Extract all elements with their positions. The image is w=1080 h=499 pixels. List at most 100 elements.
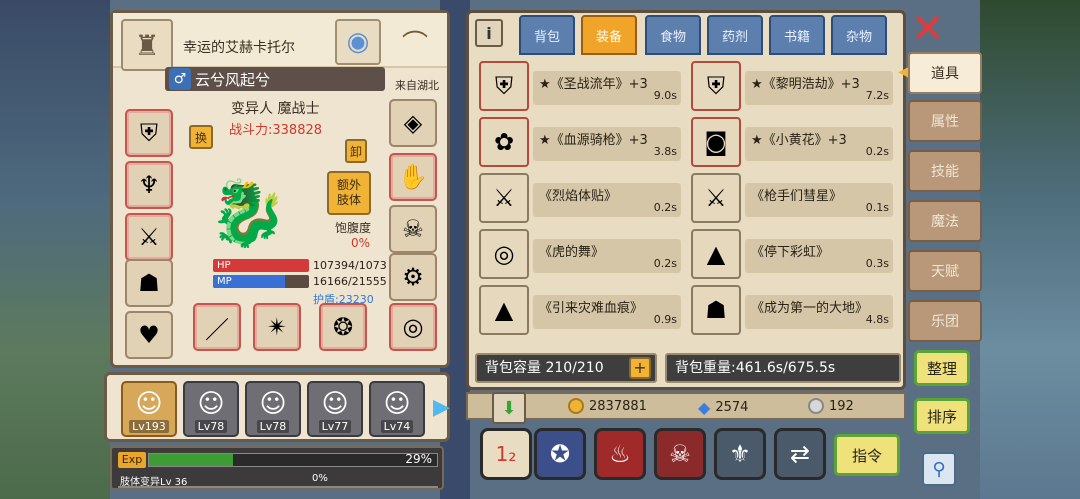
list-item[interactable]: ⚔ 《烈焰体贴》 0.2s bbox=[477, 171, 683, 225]
list-item[interactable]: ⚔ 《枪手们彗星》 0.1s bbox=[689, 171, 895, 225]
equip-slot-gloves-icon[interactable]: ✋ bbox=[389, 153, 437, 201]
item-name: 《引来灾难血痕》 bbox=[539, 301, 644, 316]
swap-button[interactable]: 换 bbox=[189, 125, 213, 149]
hanger-icon[interactable]: ⌒ bbox=[385, 19, 445, 65]
tab-food[interactable]: 食物 bbox=[645, 15, 701, 55]
team-member[interactable]: ☺ Lv78 bbox=[183, 381, 239, 437]
team-level: Lv78 bbox=[194, 420, 228, 433]
limb-mutation-bar bbox=[118, 486, 438, 488]
hp-label: HP bbox=[217, 260, 231, 271]
character-panel: ♜ 幸运的艾赫卡托尔 ◉ ⌒ 云兮风起兮 ♂ 来自湖北 变异人 魔战士 战斗力:… bbox=[110, 10, 450, 368]
item-name: 《枪手们彗星》 bbox=[751, 189, 843, 204]
equip-slot-shoulder-icon[interactable]: ⚙ bbox=[389, 253, 437, 301]
item-list: ⛨ ★《圣战流年》+3 9.0s ⛨ ★《黎明浩劫》+3 7.2s ✿ ★《血源骑枪》+3… bbox=[477, 59, 897, 339]
list-item[interactable]: ✿ ★《血源骑枪》+3 3.8s bbox=[477, 115, 683, 169]
team-level: Lv77 bbox=[318, 420, 352, 433]
team-level: Lv193 bbox=[129, 420, 169, 433]
download-icon[interactable]: ⬇ bbox=[492, 392, 526, 424]
equip-slot-charm-icon[interactable]: ❂ bbox=[319, 303, 367, 351]
list-item[interactable]: ◙ ★《小黄花》+3 0.2s bbox=[689, 115, 895, 169]
side-tab-attributes[interactable]: 属性 bbox=[908, 100, 982, 142]
list-item[interactable]: ▲ 《停下彩虹》 0.3s bbox=[689, 227, 895, 281]
hero-sprite: 🐉 bbox=[208, 176, 288, 251]
equip-slot-boots-icon[interactable]: ◎ bbox=[389, 303, 437, 351]
command-button[interactable]: 指令 bbox=[834, 434, 900, 476]
side-tab-magic[interactable]: 魔法 bbox=[908, 200, 982, 242]
ring-icon: ◙ bbox=[691, 117, 741, 167]
class-emblem-icon[interactable]: ♜ bbox=[121, 19, 173, 71]
side-tab-skills[interactable]: 技能 bbox=[908, 150, 982, 192]
exp-percent: 29% bbox=[405, 452, 432, 466]
hero-portrait-icon: ☺ bbox=[197, 389, 225, 419]
item-name: 《烈焰体贴》 bbox=[539, 189, 618, 204]
bag-weight: 背包重量:461.6s/675.5s bbox=[665, 353, 901, 383]
equip-slot-mask-icon[interactable]: ☠ bbox=[389, 205, 437, 253]
swap-arrows-icon[interactable]: ⇄ bbox=[774, 428, 826, 480]
demon-skull-icon[interactable]: ☠ bbox=[654, 428, 706, 480]
weapon-icon: ⚔ bbox=[691, 173, 741, 223]
unload-button[interactable]: 卸 bbox=[345, 139, 367, 163]
portal-icon[interactable]: ◉ bbox=[335, 19, 381, 65]
side-tab-talent[interactable]: 天赋 bbox=[908, 250, 982, 292]
equip-slot-necklace-icon[interactable]: ♆ bbox=[125, 161, 173, 209]
item-time: 3.8s bbox=[653, 145, 677, 158]
organize-button[interactable]: 整理 bbox=[914, 350, 970, 386]
sort-button[interactable]: 排序 bbox=[914, 398, 970, 434]
satiety-label: 饱腹度 bbox=[335, 221, 372, 235]
item-time: 0.2s bbox=[653, 257, 677, 270]
flame-icon[interactable]: ♨ bbox=[594, 428, 646, 480]
list-item[interactable]: ⛨ ★《圣战流年》+3 9.0s bbox=[477, 59, 683, 113]
silver-currency: 192 bbox=[808, 398, 854, 414]
equip-slot-claw-icon[interactable]: ✴ bbox=[253, 303, 301, 351]
equip-slot-accessory-icon[interactable]: ♥ bbox=[125, 311, 173, 359]
team-member[interactable]: ☺ Lv78 bbox=[245, 381, 301, 437]
tab-potion[interactable]: 药剂 bbox=[707, 15, 763, 55]
equip-slot-helmet-icon[interactable]: ☗ bbox=[125, 259, 173, 307]
item-name: 《停下彩虹》 bbox=[751, 245, 830, 260]
side-tab-items[interactable]: 道具 bbox=[908, 52, 982, 94]
hp-value: 107394/1073 bbox=[313, 259, 387, 272]
belt-icon: ◎ bbox=[479, 229, 529, 279]
silver-coin-icon bbox=[808, 398, 824, 414]
silver-value: 192 bbox=[829, 398, 854, 414]
list-item[interactable]: ⛨ ★《黎明浩劫》+3 7.2s bbox=[689, 59, 895, 113]
equip-slot-weapon-icon[interactable]: ⚔ bbox=[125, 213, 173, 261]
combat-power: 战斗力:338828 bbox=[229, 123, 323, 138]
extra-limbs-button[interactable]: 额外 肢体 bbox=[327, 171, 371, 215]
team-member[interactable]: ☺ Lv74 bbox=[369, 381, 425, 437]
team-member[interactable]: ☺ Lv77 bbox=[307, 381, 363, 437]
equip-slot-staff-icon[interactable]: ／ bbox=[193, 303, 241, 351]
team-next-arrow-icon[interactable]: ▶ bbox=[433, 395, 451, 423]
info-icon[interactable]: i bbox=[475, 19, 503, 47]
item-time: 9.0s bbox=[653, 89, 677, 102]
equip-slot-chest-icon[interactable]: ⛨ bbox=[125, 109, 173, 157]
search-icon[interactable]: ⚲ bbox=[922, 452, 956, 486]
list-item[interactable]: ◎ 《虎的舞》 0.2s bbox=[477, 227, 683, 281]
item-time: 0.3s bbox=[865, 257, 889, 270]
list-item[interactable]: ☗ 《成为第一的大地》 4.8s bbox=[689, 283, 895, 337]
tab-backpack[interactable]: 背包 bbox=[519, 15, 575, 55]
side-tab-band[interactable]: 乐团 bbox=[908, 300, 982, 342]
tab-equipment[interactable]: 装备 bbox=[581, 15, 637, 55]
item-name: ★《黎明浩劫》+3 bbox=[751, 77, 860, 92]
inventory-panel: i 背包 装备 食物 药剂 书籍 杂物 ⛨ ★《圣战流年》+3 9.0s ⛨ ★《黎明… bbox=[466, 10, 906, 390]
tab-misc[interactable]: 杂物 bbox=[831, 15, 887, 55]
exp-panel: Exp 29% 肢体变异Lv 36 0% bbox=[110, 446, 444, 490]
close-icon[interactable]: ✕ bbox=[910, 9, 946, 49]
expand-capacity-button[interactable]: + bbox=[629, 357, 651, 379]
item-name: ★《血源骑枪》+3 bbox=[539, 133, 648, 148]
hero-portrait-icon: ☺ bbox=[259, 389, 287, 419]
list-item[interactable]: ▲ 《引来灾难血痕》 0.9s bbox=[477, 283, 683, 337]
divine-shield-icon[interactable]: ✪ bbox=[534, 428, 586, 480]
item-name: ★《小黄花》+3 bbox=[751, 133, 847, 148]
tab-books[interactable]: 书籍 bbox=[769, 15, 825, 55]
sword-emblem-icon[interactable]: ⚜ bbox=[714, 428, 766, 480]
mp-bar: MP bbox=[213, 275, 309, 288]
rank-icon[interactable]: 1₂ bbox=[480, 428, 532, 480]
exp-bar bbox=[148, 453, 438, 467]
currency-bar: ⬇ 2837881 ◆ 2574 192 bbox=[466, 392, 906, 424]
team-member[interactable]: ☺ Lv193 bbox=[121, 381, 177, 437]
item-time: 0.2s bbox=[865, 145, 889, 158]
mp-label: MP bbox=[217, 276, 232, 287]
equip-slot-amulet-icon[interactable]: ◈ bbox=[389, 99, 437, 147]
